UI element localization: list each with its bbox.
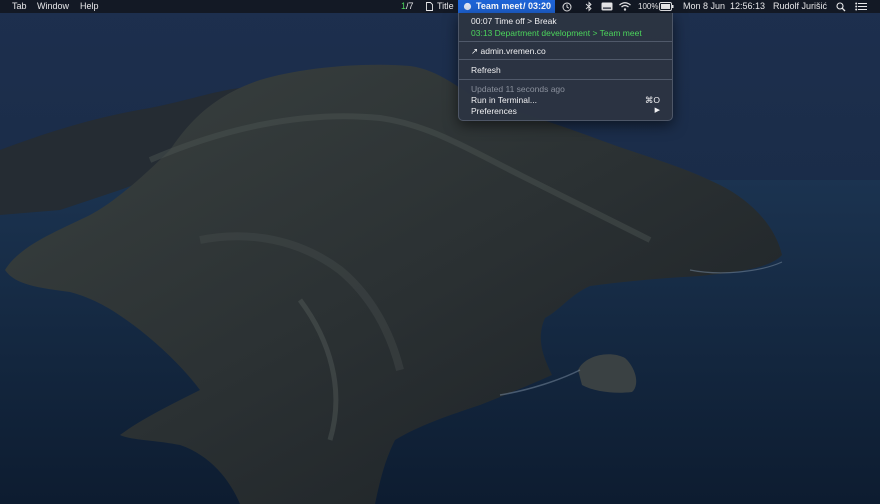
timer-icon [463, 2, 472, 11]
time-entry-break[interactable]: 00:07 Time off > Break [471, 16, 557, 26]
last-updated-label: Updated 11 seconds ago [471, 84, 565, 94]
time-entry-team-meet-label: Department development > Team meet [494, 28, 642, 38]
battery-icon[interactable] [659, 2, 674, 11]
timer-task-name: Team meet [476, 1, 523, 11]
page-counter[interactable]: 1/7 [401, 0, 414, 13]
admin-link-label: admin.vremen.co [480, 46, 546, 56]
time-entry-break-time: 00:07 [471, 16, 493, 26]
timer-elapsed: / 03:20 [523, 1, 552, 11]
battery-percent[interactable]: 100% [638, 0, 658, 13]
preferences-menu-item[interactable]: Preferences ▶ [471, 106, 666, 116]
run-in-terminal-label: Run in Terminal... [471, 95, 537, 105]
time-entry-team-meet-time: 03:13 [471, 28, 493, 38]
menu-help[interactable]: Help [80, 0, 99, 13]
wifi-icon[interactable] [619, 2, 631, 11]
refresh-menu-item[interactable]: Refresh [471, 65, 501, 75]
clock-time[interactable]: 12:56:13 [730, 0, 765, 13]
document-icon [426, 2, 433, 11]
menu-separator [459, 41, 672, 42]
menu-separator [459, 59, 672, 60]
external-link-icon: ↗ [471, 46, 479, 56]
time-entry-break-label: Time off > Break [494, 16, 557, 26]
desktop-wallpaper [0, 0, 880, 504]
user-name[interactable]: Rudolf Jurišić [773, 0, 827, 13]
page-counter-total: /7 [406, 1, 414, 11]
search-icon[interactable] [836, 2, 846, 12]
submenu-arrow-icon: ▶ [654, 107, 660, 114]
document-title[interactable]: Title [437, 0, 454, 13]
menu-window[interactable]: Window [37, 0, 69, 13]
history-icon[interactable] [562, 2, 572, 12]
admin-link[interactable]: ↗ admin.vremen.co [471, 46, 546, 57]
clock-date[interactable]: Mon 8 Jun [683, 0, 725, 13]
time-entry-team-meet[interactable]: 03:13 Department development > Team meet [471, 28, 642, 38]
keyboard-icon[interactable] [601, 2, 613, 11]
menu-tab[interactable]: Tab [12, 0, 27, 13]
bluetooth-icon[interactable] [585, 1, 593, 12]
notification-center-icon[interactable] [855, 2, 867, 11]
timer-dropdown-menu: 00:07 Time off > Break 03:13 Department … [458, 13, 673, 121]
menu-separator [459, 79, 672, 80]
run-in-terminal-menu-item[interactable]: Run in Terminal... ⌘O [471, 95, 666, 105]
run-in-terminal-shortcut: ⌘O [644, 95, 660, 105]
preferences-label: Preferences [471, 106, 517, 116]
menu-bar: Tab Window Help 1/7 Title Team meet / 03… [0, 0, 880, 13]
